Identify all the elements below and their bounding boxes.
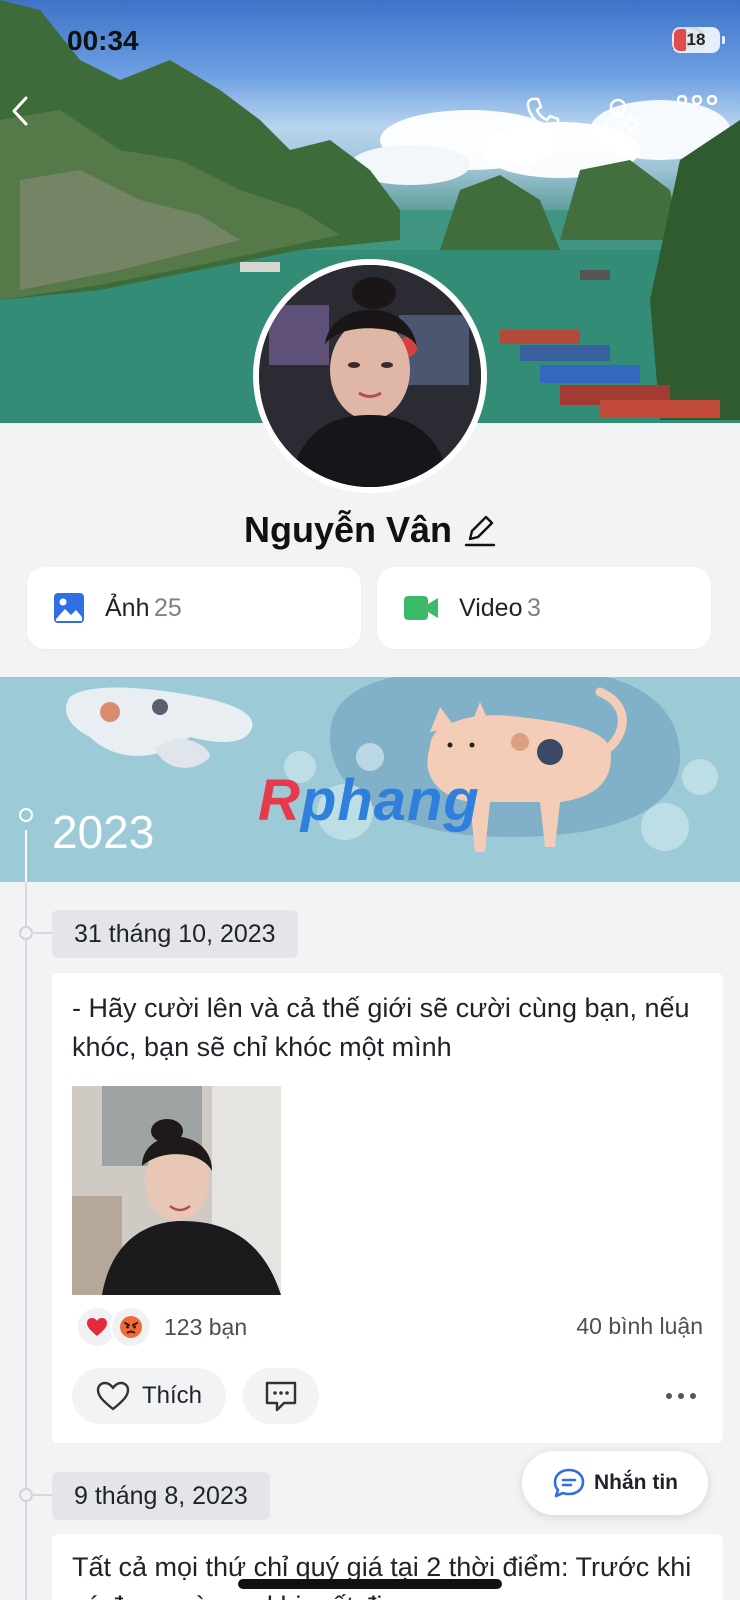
videos-label: Video [459, 593, 523, 622]
like-label: Thích [142, 1382, 203, 1409]
edit-pencil-icon[interactable] [464, 513, 496, 547]
reactions-summary[interactable]: 123 bạn [76, 1305, 247, 1349]
photos-button[interactable]: Ảnh 25 [27, 567, 361, 649]
comment-icon [265, 1381, 297, 1412]
profile-page: 00:34 18 Nguyễn Vân Ảnh 25 Video 3 Rphan… [0, 0, 740, 1600]
back-button[interactable] [10, 95, 60, 145]
chevron-left-icon [12, 96, 28, 126]
timeline-year: 2023 [52, 806, 155, 858]
message-button[interactable]: Nhắn tin [522, 1451, 708, 1515]
clock: 00:34 [67, 25, 139, 56]
profile-name-row: Nguyễn Vân [0, 500, 740, 560]
post-text: Tất cả mọi thứ chỉ quý giá tại 2 thời đi… [72, 1552, 692, 1600]
comment-count[interactable]: 40 bình luận [576, 1313, 703, 1340]
user-gear-icon [603, 98, 642, 135]
message-label: Nhắn tin [594, 1471, 678, 1494]
battery-indicator: 18 [672, 27, 725, 53]
reaction-count: 123 bạn [164, 1313, 248, 1340]
post-date: 31 tháng 10, 2023 [52, 910, 298, 958]
post-date: 9 tháng 8, 2023 [52, 1472, 270, 1520]
home-indicator[interactable] [238, 1579, 502, 1589]
profile-settings-button[interactable] [602, 95, 652, 145]
top-navigation [0, 95, 740, 145]
call-button[interactable] [524, 95, 574, 145]
more-options-button[interactable] [677, 95, 727, 145]
phone-icon [526, 97, 560, 131]
year-banner: Rphang 2023 [0, 677, 740, 882]
like-button[interactable]: Thích [72, 1368, 226, 1424]
post-card[interactable]: - Hãy cười lên và cả thế giới sẽ cười cù… [52, 973, 723, 1443]
videos-count: 3 [526, 593, 541, 622]
angry-reaction-icon [110, 1306, 152, 1348]
photos-label: Ảnh [105, 593, 150, 622]
status-icons: 18 [672, 27, 725, 53]
watermark-logo: Rphang [258, 768, 480, 833]
timeline-year-dot [19, 808, 33, 822]
chat-bubble-icon [553, 1468, 585, 1498]
more-horizontal-icon [677, 95, 717, 105]
videos-button[interactable]: Video 3 [377, 567, 711, 649]
status-bar: 00:34 18 [0, 0, 740, 84]
post-photo[interactable] [72, 1086, 281, 1295]
heart-outline-icon [96, 1381, 130, 1411]
photo-icon [54, 593, 84, 623]
post-card[interactable]: Tất cả mọi thứ chỉ quý giá tại 2 thời đi… [52, 1534, 723, 1600]
post-text: - Hãy cười lên và cả thế giới sẽ cười cù… [72, 993, 690, 1062]
photos-count: 25 [153, 593, 182, 622]
post-more-button[interactable] [661, 1381, 701, 1411]
profile-name: Nguyễn Vân [243, 509, 453, 550]
profile-avatar[interactable] [253, 259, 487, 493]
comment-button[interactable] [243, 1368, 319, 1424]
more-horizontal-icon [666, 1393, 696, 1399]
video-camera-icon [404, 596, 438, 620]
timeline-line-top [25, 830, 27, 882]
